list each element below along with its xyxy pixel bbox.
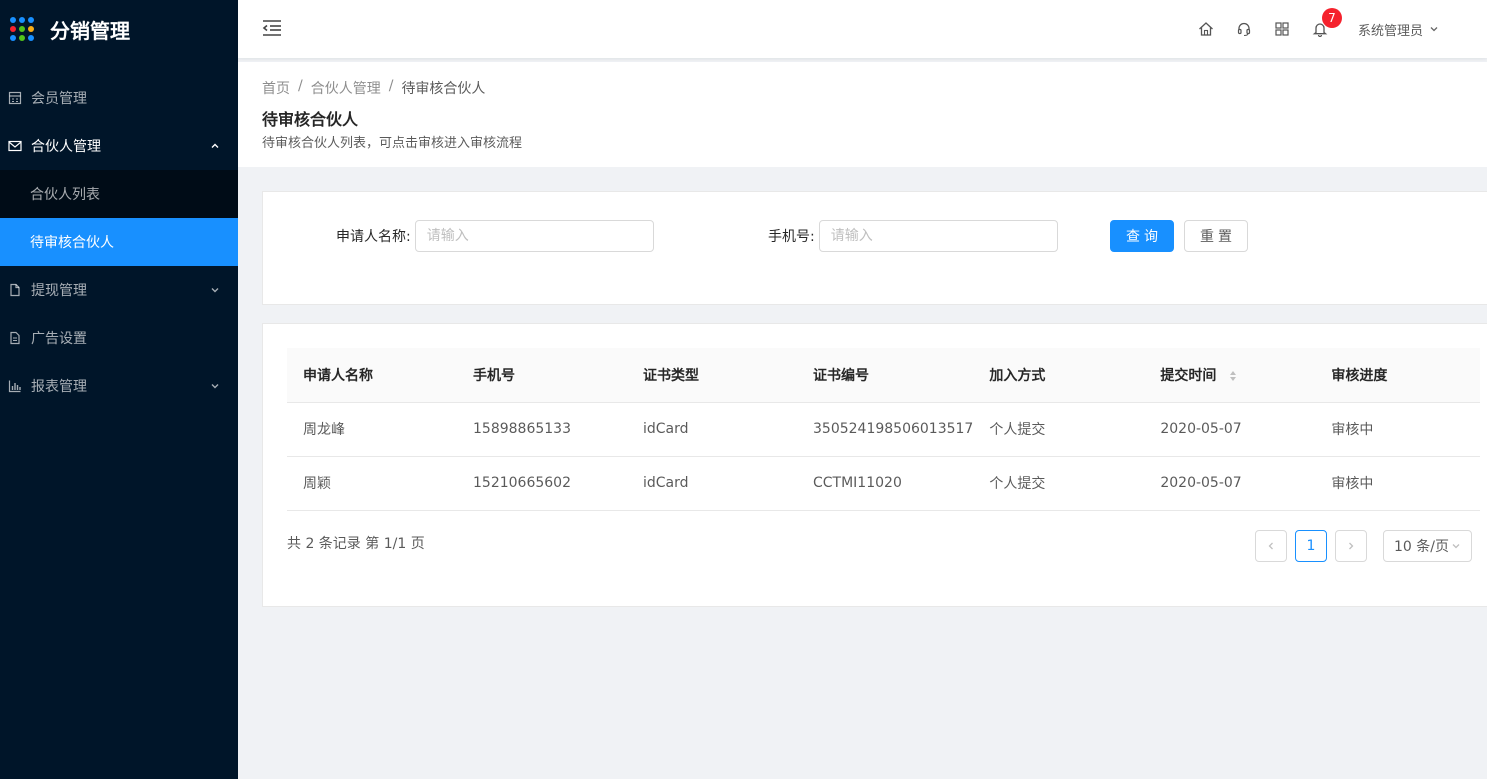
sidebar: 分销管理 会员管理 合伙人管理 合伙人列表 待审核合伙人 提现管理 广告设置 报…: [0, 0, 238, 779]
cell-phone: 15210665602: [457, 456, 627, 511]
notification-button[interactable]: 7: [1312, 8, 1342, 38]
notification-badge: 7: [1321, 8, 1342, 28]
apps-grid-icon[interactable]: [1274, 21, 1290, 37]
chevron-down-icon: [1430, 27, 1438, 32]
partners-submenu: 合伙人列表 待审核合伙人: [0, 170, 238, 266]
logo[interactable]: 分销管理: [0, 0, 238, 58]
pagination-total: 共 2 条记录 第 1/1 页: [287, 536, 425, 552]
cell-submit-time: 2020-05-07: [1144, 402, 1316, 457]
sidebar-item-withdrawal[interactable]: 提现管理: [0, 266, 238, 314]
query-button[interactable]: 查询: [1110, 220, 1174, 252]
column-review-progress: 审核进度: [1315, 348, 1480, 403]
sort-icon[interactable]: [1229, 370, 1237, 382]
menu-fold-icon[interactable]: [262, 19, 282, 37]
sidebar-item-ads[interactable]: 广告设置: [0, 314, 238, 362]
sidebar-item-label: 提现管理: [31, 283, 87, 299]
user-name: 系统管理员: [1357, 23, 1423, 39]
next-page-button[interactable]: [1335, 530, 1367, 562]
headset-icon[interactable]: [1236, 21, 1252, 37]
pending-partners-table: 申请人名称 手机号 证书类型 证书编号 加入方式 提交时间 审核进度 周龙峰 1…: [287, 348, 1480, 511]
breadcrumb: 首页 / 合伙人管理 / 待审核合伙人: [262, 78, 1487, 98]
cell-cert-type: idCard: [627, 456, 797, 511]
cell-review-progress: 审核中: [1315, 402, 1480, 457]
page-size-value: 10 条/页: [1394, 539, 1449, 555]
chevron-up-icon: [211, 143, 219, 148]
table-header-row: 申请人名称 手机号 证书类型 证书编号 加入方式 提交时间 审核进度: [287, 348, 1480, 403]
page-header: 首页 / 合伙人管理 / 待审核合伙人 待审核合伙人 待审核合伙人列表，可点击审…: [238, 62, 1487, 167]
chevron-down-icon: [211, 288, 219, 293]
user-menu[interactable]: 系统管理员: [1358, 20, 1439, 39]
sidebar-item-label: 会员管理: [31, 91, 87, 107]
file-icon: [10, 283, 20, 297]
sidebar-menu: 会员管理 合伙人管理 合伙人列表 待审核合伙人 提现管理 广告设置 报表管理: [0, 74, 238, 410]
breadcrumb-home[interactable]: 首页: [262, 78, 290, 98]
chevron-down-icon: [211, 384, 219, 389]
calculator-icon: [8, 91, 22, 105]
phone-label: 手机号:: [768, 229, 815, 245]
breadcrumb-separator: /: [388, 78, 394, 94]
cell-cert-number: CCTMI11020: [797, 456, 974, 511]
page-button-current[interactable]: 1: [1295, 530, 1327, 562]
chevron-left-icon: [1268, 542, 1273, 550]
page-size-select[interactable]: 10 条/页: [1383, 530, 1472, 562]
cell-review-progress: 审核中: [1315, 456, 1480, 511]
sidebar-item-members[interactable]: 会员管理: [0, 74, 238, 122]
sidebar-item-reports[interactable]: 报表管理: [0, 362, 238, 410]
table-card: 申请人名称 手机号 证书类型 证书编号 加入方式 提交时间 审核进度 周龙峰 1…: [262, 323, 1487, 607]
top-header: 7 系统管理员: [238, 0, 1487, 58]
sidebar-item-label: 待审核合伙人: [30, 235, 114, 251]
search-form: 申请人名称: 手机号: 查询 重置: [262, 191, 1487, 305]
chevron-down-icon: [1452, 544, 1460, 549]
mail-icon: [8, 140, 22, 152]
breadcrumb-current: 待审核合伙人: [401, 81, 486, 97]
cell-phone: 15898865133: [457, 402, 627, 457]
sidebar-item-label: 合伙人列表: [30, 187, 100, 203]
phone-field: 手机号:: [768, 220, 1058, 252]
sidebar-item-label: 报表管理: [31, 379, 87, 395]
applicant-field: 申请人名称:: [336, 220, 654, 252]
cell-applicant: 周龙峰: [287, 402, 457, 457]
cell-applicant: 周颖: [287, 456, 457, 511]
column-applicant: 申请人名称: [287, 348, 457, 403]
chevron-right-icon: [1349, 542, 1354, 550]
applicant-input[interactable]: [414, 220, 654, 252]
applicant-label: 申请人名称:: [336, 229, 411, 245]
cell-join-method: 个人提交: [973, 456, 1145, 511]
column-join-method: 加入方式: [973, 348, 1145, 403]
sidebar-item-label: 广告设置: [31, 331, 87, 347]
bar-chart-icon: [8, 380, 21, 393]
home-icon[interactable]: [1198, 21, 1214, 37]
prev-page-button[interactable]: [1255, 530, 1287, 562]
logo-grid-icon: [10, 17, 34, 41]
sidebar-item-partners[interactable]: 合伙人管理: [0, 122, 238, 170]
header-actions: 7 系统管理员: [1198, 0, 1487, 58]
column-submit-time[interactable]: 提交时间: [1144, 348, 1316, 403]
pagination: 1 10 条/页: [1247, 530, 1472, 562]
table-row[interactable]: 周颖 15210665602 idCard CCTMI11020 个人提交 20…: [287, 456, 1480, 511]
breadcrumb-separator: /: [298, 78, 303, 94]
sidebar-item-label: 合伙人管理: [31, 139, 101, 155]
page-title: 待审核合伙人: [262, 110, 359, 129]
sidebar-item-partner-list[interactable]: 合伙人列表: [0, 170, 238, 218]
cell-join-method: 个人提交: [973, 402, 1145, 457]
app-title: 分销管理: [50, 18, 130, 43]
cell-submit-time: 2020-05-07: [1144, 456, 1316, 511]
column-phone: 手机号: [457, 348, 627, 403]
phone-input[interactable]: [818, 220, 1058, 252]
sidebar-item-pending-partners[interactable]: 待审核合伙人: [0, 218, 238, 266]
cell-cert-type: idCard: [627, 402, 797, 457]
file-text-icon: [10, 331, 20, 345]
reset-button[interactable]: 重置: [1184, 220, 1248, 252]
page-description: 待审核合伙人列表，可点击审核进入审核流程: [262, 136, 523, 151]
column-cert-type: 证书类型: [627, 348, 797, 403]
table-row[interactable]: 周龙峰 15898865133 idCard 35052419850601351…: [287, 402, 1480, 457]
column-submit-time-label: 提交时间: [1160, 367, 1217, 384]
breadcrumb-partners[interactable]: 合伙人管理: [311, 78, 381, 98]
column-cert-number: 证书编号: [797, 348, 974, 403]
cell-cert-number: 350524198506013517: [797, 402, 974, 457]
